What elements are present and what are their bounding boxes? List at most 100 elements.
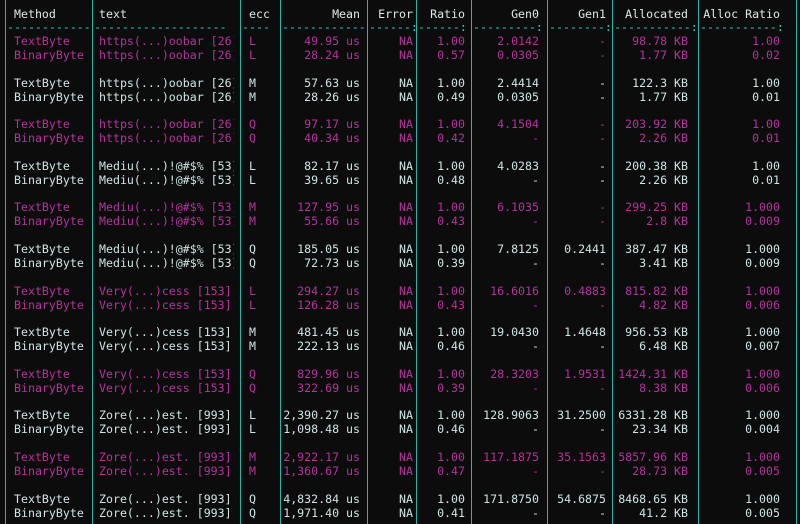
cell-mean: 97.17 us xyxy=(304,117,360,131)
table-row: TextByte Zore(...)est. [993] L 2,390.27 us N… xyxy=(0,408,800,422)
cell-mean: 1,360.67 us xyxy=(283,464,360,478)
cell-gen0: - xyxy=(532,506,539,520)
cell-error: NA xyxy=(399,492,413,506)
cell-ecc: M xyxy=(249,339,256,353)
cell-gen0: 0.0305 xyxy=(497,90,539,104)
cell-text: https(...)oobar [26] xyxy=(99,90,234,104)
cell-method: BinaryByte xyxy=(14,256,84,270)
cell-error: NA xyxy=(399,298,413,312)
table-row: BinaryByte Zore(...)est. [993] M 1,360.67 u… xyxy=(0,464,800,478)
cell-error: NA xyxy=(399,90,413,104)
cell-mean: 28.26 us xyxy=(304,90,360,104)
cell-method: BinaryByte xyxy=(14,339,84,353)
cell-mean: 127.95 us xyxy=(297,200,360,214)
cell-method: TextByte xyxy=(14,76,70,90)
cell-allocated: 41.2 KB xyxy=(639,506,688,520)
cell-gen0: 2.0142 xyxy=(497,34,539,48)
table-row: BinaryByte Very(...)cess [153] L 126.28 us N… xyxy=(0,298,800,312)
cell-mean: 126.28 us xyxy=(297,298,360,312)
cell-gen0: 4.0283 xyxy=(497,159,539,173)
cell-text: Zore(...)est. [993] xyxy=(99,492,232,506)
cell-allocated: 3.41 KB xyxy=(639,256,688,270)
cell-allocated: 8468.65 KB xyxy=(618,492,688,506)
cell-mean: 57.63 us xyxy=(304,76,360,90)
cell-allocated: 1.77 KB xyxy=(639,90,688,104)
cell-gen1: - xyxy=(599,76,606,90)
cell-method: BinaryByte xyxy=(14,90,84,104)
cell-alloc-ratio: 1.000 xyxy=(745,408,780,422)
separator-dashes: ---- xyxy=(242,20,270,34)
table-row: TextByte Zore(...)est. [993] M 2,922.17 us N… xyxy=(0,450,800,464)
cell-error: NA xyxy=(399,173,413,187)
cell-alloc-ratio: 1.000 xyxy=(745,325,780,339)
cell-error: NA xyxy=(399,214,413,228)
cell-text: Very(...)cess [153] xyxy=(99,339,232,353)
cell-ecc: Q xyxy=(249,256,256,270)
cell-ecc: M xyxy=(249,214,256,228)
cell-ecc: L xyxy=(249,284,256,298)
cell-gen0: 7.8125 xyxy=(497,242,539,256)
cell-gen1: - xyxy=(599,90,606,104)
cell-method: TextByte xyxy=(14,325,70,339)
cell-gen0: - xyxy=(532,381,539,395)
cell-method: TextByte xyxy=(14,408,70,422)
cell-mean: 322.69 us xyxy=(297,381,360,395)
cell-allocated: 8.38 KB xyxy=(639,381,688,395)
cell-mean: 28.24 us xyxy=(304,48,360,62)
column-header: Ratio xyxy=(430,7,465,21)
cell-ratio: 0.41 xyxy=(437,506,465,520)
cell-text: Mediu(...)!@#$% [53] xyxy=(99,200,234,214)
cell-gen0: 4.1504 xyxy=(497,117,539,131)
cell-gen1: 1.9531 xyxy=(564,367,606,381)
cell-allocated: 1424.31 KB xyxy=(618,367,688,381)
cell-ecc: L xyxy=(249,298,256,312)
cell-ratio: 1.00 xyxy=(437,325,465,339)
cell-ecc: Q xyxy=(249,492,256,506)
cell-text: Mediu(...)!@#$% [53] xyxy=(99,173,234,187)
table-row: BinaryByte https(...)oobar [26] Q 40.34 us N… xyxy=(0,131,800,145)
cell-method: TextByte xyxy=(14,367,70,381)
cell-gen1: 0.2441 xyxy=(564,242,606,256)
cell-method: TextByte xyxy=(14,34,70,48)
cell-text: Zore(...)est. [993] xyxy=(99,422,232,436)
cell-gen1: - xyxy=(599,256,606,270)
cell-mean: 4,832.84 us xyxy=(283,492,360,506)
cell-text: Very(...)cess [153] xyxy=(99,298,232,312)
cell-method: TextByte xyxy=(14,450,70,464)
cell-allocated: 5857.96 KB xyxy=(618,450,688,464)
cell-ecc: M xyxy=(249,450,256,464)
cell-method: BinaryByte xyxy=(14,173,84,187)
column-header: Gen0 xyxy=(511,7,539,21)
separator-dashes: ------------ xyxy=(7,20,91,34)
cell-gen0: - xyxy=(532,131,539,145)
cell-ecc: L xyxy=(249,48,256,62)
cell-method: BinaryByte xyxy=(14,214,84,228)
cell-ecc: Q xyxy=(249,117,256,131)
cell-error: NA xyxy=(399,450,413,464)
cell-error: NA xyxy=(399,159,413,173)
cell-gen1: - xyxy=(599,339,606,353)
cell-mean: 72.73 us xyxy=(304,256,360,270)
table-row: BinaryByte https(...)oobar [26] L 28.24 us N… xyxy=(0,48,800,62)
table-row: TextByte https(...)oobar [26] M 57.63 us NA 1… xyxy=(0,76,800,90)
table-row: BinaryByte Mediu(...)!@#$% [53] M 55.66 us N… xyxy=(0,214,800,228)
cell-allocated: 98.78 KB xyxy=(632,34,688,48)
cell-alloc-ratio: 0.004 xyxy=(745,422,780,436)
cell-alloc-ratio: 0.01 xyxy=(752,131,780,145)
cell-gen1: - xyxy=(599,131,606,145)
cell-method: BinaryByte xyxy=(14,131,84,145)
cell-ratio: 0.39 xyxy=(437,256,465,270)
cell-ratio: 0.48 xyxy=(437,173,465,187)
cell-allocated: 4.82 KB xyxy=(639,298,688,312)
cell-gen0: 19.0430 xyxy=(490,325,539,339)
table-row: TextByte Mediu(...)!@#$% [53] M 127.95 us NA… xyxy=(0,200,800,214)
cell-error: NA xyxy=(399,325,413,339)
cell-text: https(...)oobar [26] xyxy=(99,131,234,145)
cell-method: BinaryByte xyxy=(14,422,84,436)
cell-ratio: 0.39 xyxy=(437,381,465,395)
cell-ecc: M xyxy=(249,76,256,90)
separator-dashes: ------: xyxy=(369,20,415,34)
table-row: BinaryByte Zore(...)est. [993] Q 1,971.40 u… xyxy=(0,506,800,520)
cell-error: NA xyxy=(399,408,413,422)
table-row: BinaryByte https(...)oobar [26] M 28.26 us N… xyxy=(0,90,800,104)
